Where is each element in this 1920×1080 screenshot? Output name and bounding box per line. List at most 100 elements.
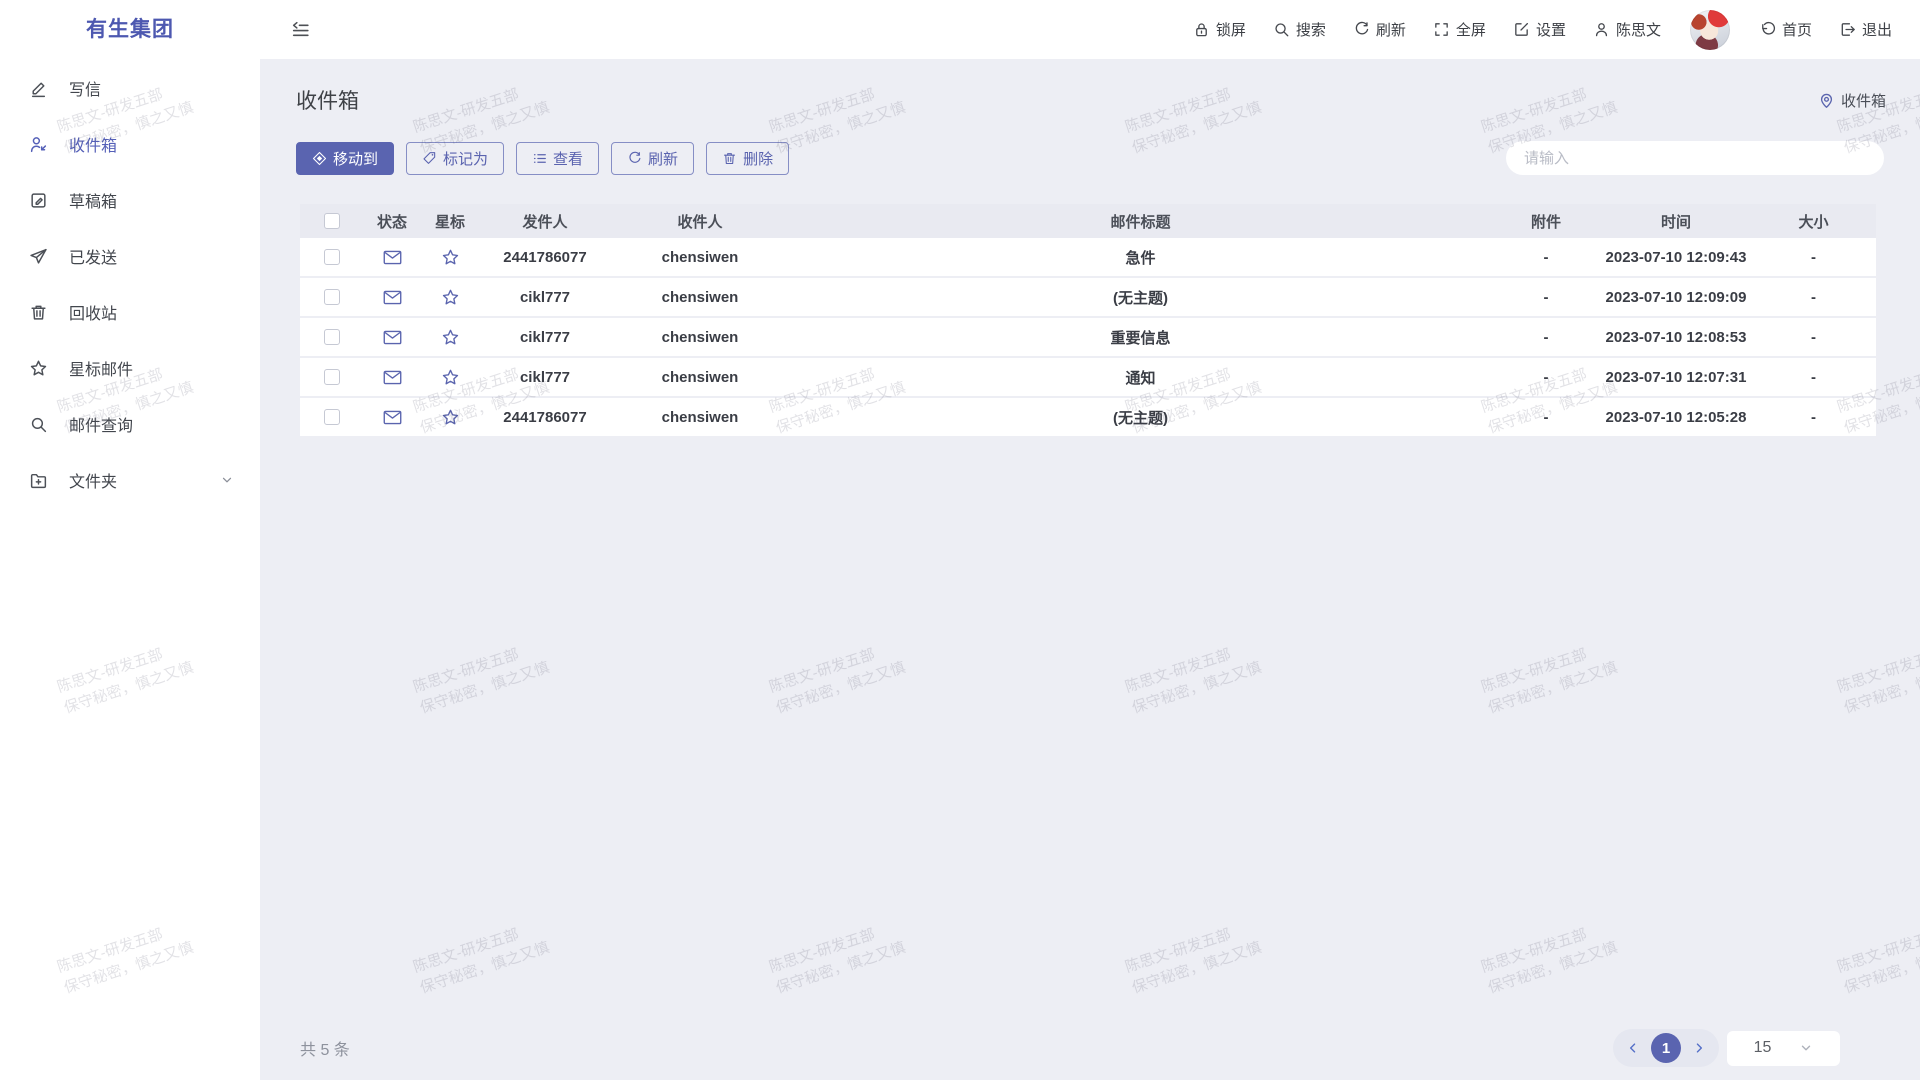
delete-button[interactable]: 删除	[706, 142, 789, 175]
undo-arrow-icon	[1759, 21, 1776, 38]
table-row[interactable]: 2441786077 chensiwen (无主题) - 2023-07-10 …	[300, 398, 1876, 438]
search-button[interactable]: 搜索	[1273, 19, 1326, 40]
home-button[interactable]: 首页	[1759, 19, 1812, 40]
view-button[interactable]: 查看	[516, 142, 599, 175]
select-all-checkbox[interactable]	[324, 213, 340, 229]
user-menu[interactable]: 陈思文	[1593, 19, 1661, 40]
button-label: 移动到	[333, 148, 378, 169]
topbar: 锁屏 搜索 刷新 全屏 设置 陈思文 首页 退出	[260, 0, 1920, 59]
sidebar-item-mail-search[interactable]: 邮件查询	[0, 396, 260, 452]
edit-square-icon	[1513, 21, 1530, 38]
lock-screen-button[interactable]: 锁屏	[1193, 19, 1246, 40]
attachment-cell: -	[1491, 289, 1601, 306]
sidebar-item-label: 星标邮件	[69, 356, 133, 380]
sender-cell: 2441786077	[480, 409, 610, 426]
row-checkbox[interactable]	[324, 409, 340, 425]
sidebar-item-label: 邮件查询	[69, 412, 133, 436]
pager-pill: 1	[1613, 1029, 1719, 1067]
sidebar-item-label: 回收站	[69, 300, 117, 324]
action-label: 首页	[1782, 19, 1812, 40]
main-content: 收件箱 收件箱 移动到 标记为 查看 刷新 删除	[260, 59, 1920, 1080]
move-to-button[interactable]: 移动到	[296, 142, 394, 175]
row-checkbox[interactable]	[324, 329, 340, 345]
sidebar: 有生集团 写信 收件箱 草稿箱 已发送 回收站 星标邮件 邮件查询	[0, 0, 260, 1080]
sidebar-menu: 写信 收件箱 草稿箱 已发送 回收站 星标邮件 邮件查询 文件夹	[0, 60, 260, 508]
sidebar-item-folders[interactable]: 文件夹	[0, 452, 260, 508]
recipient-cell: chensiwen	[610, 289, 790, 306]
sidebar-item-inbox[interactable]: 收件箱	[0, 116, 260, 172]
footer: 共 5 条 1 15	[260, 1016, 1920, 1080]
menu-fold-icon[interactable]	[290, 19, 311, 40]
page-number-button[interactable]: 1	[1651, 1033, 1681, 1063]
star-icon[interactable]	[441, 288, 460, 307]
sender-cell: cikl777	[480, 329, 610, 346]
star-icon[interactable]	[441, 248, 460, 267]
button-label: 刷新	[648, 148, 678, 169]
row-checkbox[interactable]	[324, 289, 340, 305]
attachment-cell: -	[1491, 249, 1601, 266]
header-star: 星标	[420, 211, 480, 232]
page-size-select[interactable]: 15	[1727, 1031, 1840, 1066]
content-header: 收件箱 收件箱	[260, 59, 1920, 115]
chevron-right-icon	[1692, 1041, 1706, 1055]
table-row[interactable]: cikl777 chensiwen 重要信息 - 2023-07-10 12:0…	[300, 318, 1876, 358]
settings-button[interactable]: 设置	[1513, 19, 1566, 40]
mail-unread-icon	[383, 250, 402, 265]
header-subject: 邮件标题	[790, 211, 1491, 232]
action-label: 设置	[1536, 19, 1566, 40]
sidebar-item-compose[interactable]: 写信	[0, 60, 260, 116]
header-size: 大小	[1751, 211, 1876, 232]
button-label: 查看	[553, 148, 583, 169]
table-row[interactable]: cikl777 chensiwen (无主题) - 2023-07-10 12:…	[300, 278, 1876, 318]
chevron-down-icon	[1799, 1041, 1813, 1055]
sidebar-item-sent[interactable]: 已发送	[0, 228, 260, 284]
recipient-cell: chensiwen	[610, 369, 790, 386]
button-label: 删除	[743, 148, 773, 169]
next-page-button[interactable]	[1688, 1037, 1710, 1059]
header-status: 状态	[364, 211, 420, 232]
subject-cell: (无主题)	[790, 407, 1491, 428]
header-sender: 发件人	[480, 211, 610, 232]
mark-as-button[interactable]: 标记为	[406, 142, 504, 175]
sender-cell: cikl777	[480, 289, 610, 306]
draft-icon	[29, 191, 48, 210]
size-cell: -	[1751, 369, 1876, 386]
avatar[interactable]	[1690, 10, 1730, 50]
star-icon[interactable]	[441, 368, 460, 387]
recipient-cell: chensiwen	[610, 409, 790, 426]
star-icon	[29, 359, 48, 378]
chevron-down-icon	[220, 473, 234, 487]
mail-unread-icon	[383, 290, 402, 305]
breadcrumb-label: 收件箱	[1841, 90, 1886, 111]
topbar-actions: 锁屏 搜索 刷新 全屏 设置 陈思文 首页 退出	[1193, 10, 1892, 50]
search-icon	[1273, 21, 1290, 38]
header-time: 时间	[1601, 211, 1751, 232]
sidebar-item-trash[interactable]: 回收站	[0, 284, 260, 340]
row-checkbox[interactable]	[324, 369, 340, 385]
row-checkbox[interactable]	[324, 249, 340, 265]
sidebar-item-starred[interactable]: 星标邮件	[0, 340, 260, 396]
star-icon[interactable]	[441, 328, 460, 347]
total-count: 共 5 条	[300, 1036, 350, 1060]
table-row[interactable]: 2441786077 chensiwen 急件 - 2023-07-10 12:…	[300, 238, 1876, 278]
size-cell: -	[1751, 249, 1876, 266]
refresh-icon	[627, 151, 642, 166]
size-cell: -	[1751, 289, 1876, 306]
refresh-button[interactable]: 刷新	[1353, 19, 1406, 40]
sidebar-item-drafts[interactable]: 草稿箱	[0, 172, 260, 228]
size-cell: -	[1751, 409, 1876, 426]
time-cell: 2023-07-10 12:09:43	[1601, 249, 1751, 266]
header-recipient: 收件人	[610, 211, 790, 232]
fullscreen-button[interactable]: 全屏	[1433, 19, 1486, 40]
refresh-list-button[interactable]: 刷新	[611, 142, 694, 175]
table-row[interactable]: cikl777 chensiwen 通知 - 2023-07-10 12:07:…	[300, 358, 1876, 398]
prev-page-button[interactable]	[1622, 1037, 1644, 1059]
search-input[interactable]	[1506, 141, 1884, 175]
breadcrumb: 收件箱	[1818, 90, 1886, 111]
sender-cell: 2441786077	[480, 249, 610, 266]
star-icon[interactable]	[441, 408, 460, 427]
brand-logo: 有生集团	[0, 0, 260, 60]
attachment-cell: -	[1491, 369, 1601, 386]
logout-button[interactable]: 退出	[1839, 19, 1892, 40]
pencil-icon	[29, 79, 48, 98]
